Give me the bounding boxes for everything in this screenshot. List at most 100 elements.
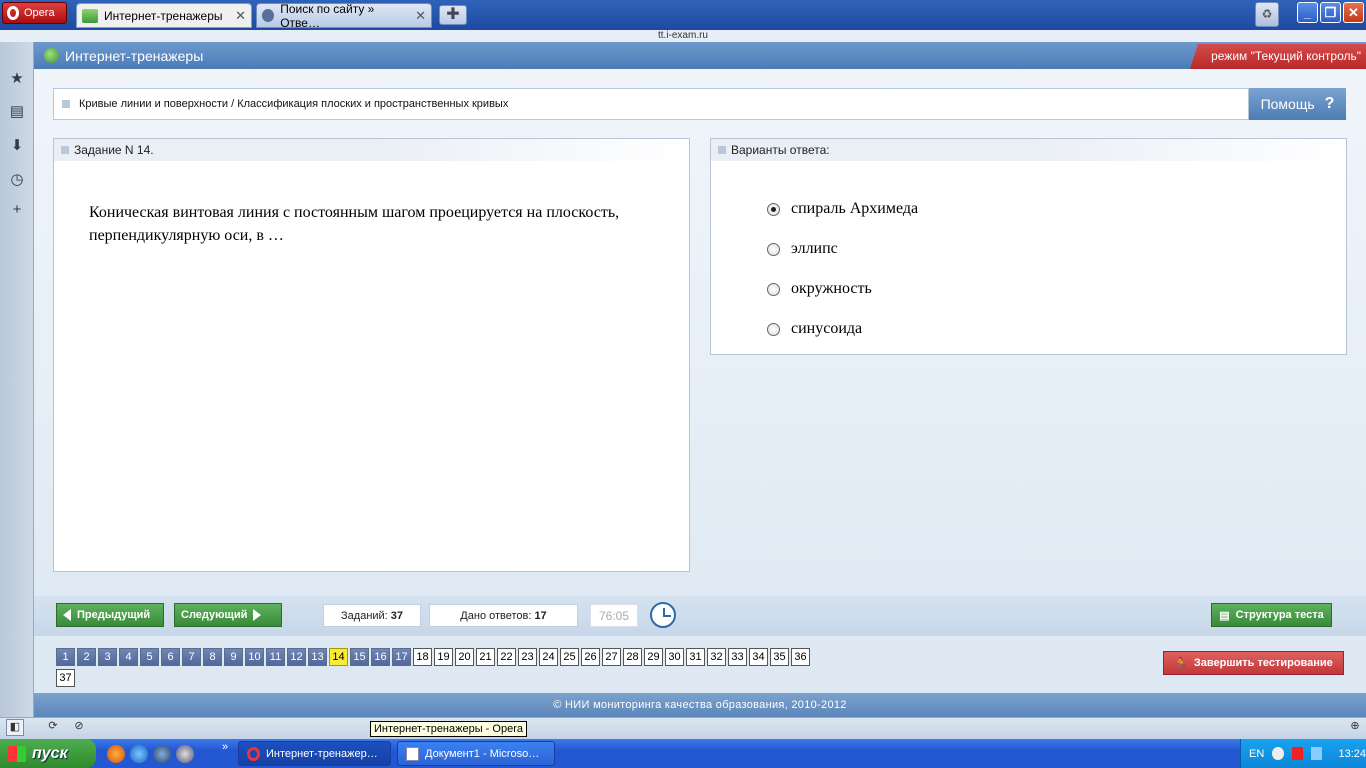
question-number-2[interactable]: 2	[77, 648, 96, 666]
add-panel-icon[interactable]: +	[8, 201, 26, 219]
close-tab-icon[interactable]: ✕	[235, 8, 246, 24]
close-window-button[interactable]: ✕	[1343, 2, 1364, 23]
kmplayer-icon[interactable]	[153, 745, 171, 763]
question-number-34[interactable]: 34	[749, 648, 768, 666]
globe-icon	[44, 48, 59, 63]
timer-display: 76:05	[590, 604, 638, 627]
question-number-27[interactable]: 27	[602, 648, 621, 666]
question-number-35[interactable]: 35	[770, 648, 789, 666]
previous-button[interactable]: Предыдущий	[56, 603, 164, 627]
tab-search-answers[interactable]: Поиск по сайту » Отве… ✕	[256, 1, 432, 30]
notes-icon[interactable]: ▤	[8, 103, 26, 121]
answer-label: синусоида	[791, 320, 863, 337]
bullet-icon	[62, 100, 70, 108]
bookmarks-icon[interactable]: ★	[8, 70, 26, 88]
opera-icon	[247, 746, 260, 761]
help-button[interactable]: Помощь ?	[1249, 88, 1346, 120]
start-button[interactable]: пуск	[0, 739, 96, 768]
question-number-10[interactable]: 10	[245, 648, 264, 666]
question-number-28[interactable]: 28	[623, 648, 642, 666]
chevron-right-icon[interactable]: »	[222, 741, 228, 753]
question-number-grid: 1 2 3 4 5 6 7 8 9 10 11 12 13 14 15 16 17 18 19 20 21 22 23 24 2…	[56, 648, 816, 690]
language-indicator[interactable]: EN	[1249, 748, 1264, 760]
answers-header: Варианты ответа:	[731, 143, 830, 157]
answered-count-label: Дано ответов:	[460, 609, 532, 622]
trash-icon[interactable]: ♻	[1255, 2, 1279, 27]
finish-test-button[interactable]: 🏃 Завершить тестирование	[1163, 651, 1344, 675]
tasks-count-label: Заданий:	[341, 609, 388, 622]
question-number-20[interactable]: 20	[455, 648, 474, 666]
question-number-21[interactable]: 21	[476, 648, 495, 666]
firefox-icon[interactable]	[107, 745, 125, 763]
internet-explorer-icon[interactable]	[130, 745, 148, 763]
question-number-4[interactable]: 4	[119, 648, 138, 666]
tab-title: Поиск по сайту » Отве…	[280, 1, 375, 30]
question-number-24[interactable]: 24	[539, 648, 558, 666]
test-structure-button[interactable]: ▤ Структура теста	[1211, 603, 1332, 627]
question-number-36[interactable]: 36	[791, 648, 810, 666]
question-number-22[interactable]: 22	[497, 648, 516, 666]
question-number-5[interactable]: 5	[140, 648, 159, 666]
new-tab-button[interactable]: ✚	[439, 5, 467, 25]
question-number-9[interactable]: 9	[224, 648, 243, 666]
panel-toggle-icon[interactable]: ◧	[6, 719, 24, 736]
question-number-26[interactable]: 26	[581, 648, 600, 666]
question-number-6[interactable]: 6	[161, 648, 180, 666]
opera-menu-button[interactable]: Opera	[2, 2, 67, 24]
help-label: Помощь	[1260, 96, 1315, 112]
bullet-icon	[61, 146, 69, 154]
taskbar-task-opera[interactable]: Интернет-тренажер…	[238, 741, 391, 766]
question-number-7[interactable]: 7	[182, 648, 201, 666]
downloads-icon[interactable]: ⬇	[8, 137, 26, 155]
question-number-3[interactable]: 3	[98, 648, 117, 666]
close-tab-icon[interactable]: ✕	[415, 8, 426, 24]
answer-option[interactable]: окружность	[767, 280, 872, 298]
answer-label: эллипс	[791, 240, 838, 257]
zoom-icon[interactable]: ⊕	[1346, 719, 1364, 736]
question-number-37[interactable]: 37	[56, 669, 75, 687]
taskbar-task-word[interactable]: Документ1 - Microso…	[397, 741, 555, 766]
opera-logo-icon	[7, 6, 19, 20]
radio-icon[interactable]	[767, 242, 780, 256]
question-number-16[interactable]: 16	[371, 648, 390, 666]
settings-icon[interactable]	[176, 745, 194, 763]
answer-option[interactable]: спираль Архимеда	[767, 200, 918, 218]
question-number-11[interactable]: 11	[266, 648, 285, 666]
question-number-33[interactable]: 33	[728, 648, 747, 666]
question-number-29[interactable]: 29	[644, 648, 663, 666]
clock-icon[interactable]	[650, 602, 676, 628]
question-number-14[interactable]: 14	[329, 648, 348, 666]
question-number-15[interactable]: 15	[350, 648, 369, 666]
running-man-icon: 🏃	[1174, 657, 1188, 670]
radio-icon[interactable]	[767, 282, 780, 296]
tab-internet-trainers[interactable]: Интернет-тренажеры ✕	[76, 3, 252, 28]
tray-back-icon[interactable]	[1272, 747, 1284, 760]
question-number-13[interactable]: 13	[308, 648, 327, 666]
question-number-25[interactable]: 25	[560, 648, 579, 666]
question-number-30[interactable]: 30	[665, 648, 684, 666]
reload-icon[interactable]: ⟳	[44, 719, 62, 736]
answer-option[interactable]: эллипс	[767, 240, 838, 258]
next-button[interactable]: Следующий	[174, 603, 282, 627]
network-icon[interactable]	[1311, 747, 1323, 760]
question-mark-icon: ?	[1324, 95, 1335, 112]
question-number-1[interactable]: 1	[56, 648, 75, 666]
system-tray: EN 13:24	[1240, 739, 1366, 768]
question-number-17[interactable]: 17	[392, 648, 411, 666]
kaspersky-icon[interactable]	[1291, 747, 1304, 760]
turbo-icon[interactable]: ⊘	[70, 719, 88, 736]
radio-icon[interactable]	[767, 322, 780, 336]
question-number-19[interactable]: 19	[434, 648, 453, 666]
question-number-18[interactable]: 18	[413, 648, 432, 666]
question-number-23[interactable]: 23	[518, 648, 537, 666]
restore-button[interactable]: ❐	[1320, 2, 1341, 23]
radio-selected-icon[interactable]	[767, 202, 780, 216]
answer-option[interactable]: синусоида	[767, 320, 862, 338]
question-number-31[interactable]: 31	[686, 648, 705, 666]
answered-count-value: 17	[534, 609, 547, 622]
question-number-8[interactable]: 8	[203, 648, 222, 666]
history-icon[interactable]: ◷	[8, 171, 26, 189]
question-number-12[interactable]: 12	[287, 648, 306, 666]
minimize-button[interactable]: _	[1297, 2, 1318, 23]
question-number-32[interactable]: 32	[707, 648, 726, 666]
